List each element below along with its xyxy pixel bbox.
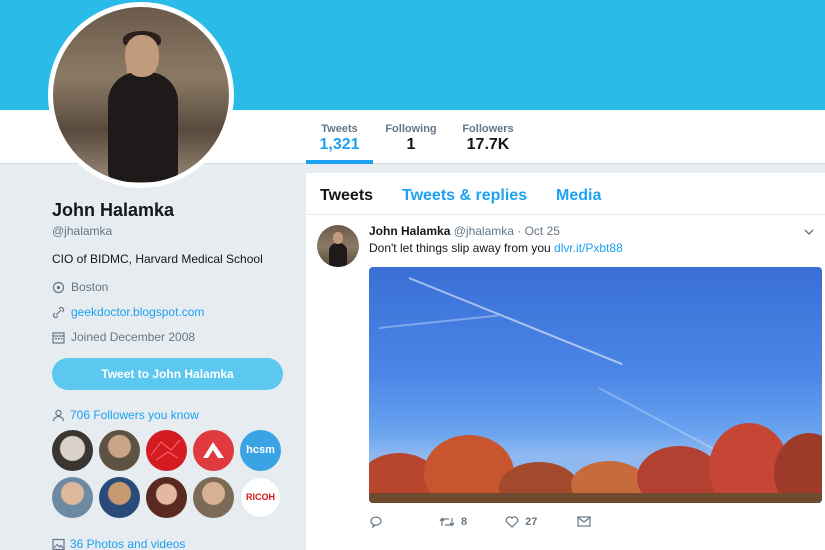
link-icon	[52, 306, 65, 318]
known-follower-avatar[interactable]	[99, 477, 140, 518]
followers-you-know[interactable]: 706 Followers you know	[52, 408, 199, 422]
profile-website: geekdoctor.blogspot.com	[52, 305, 292, 319]
profile-avatar[interactable]	[48, 2, 234, 188]
tab-tweets-and-replies[interactable]: Tweets & replies	[402, 187, 527, 205]
nav-followers-label: Followers	[462, 123, 514, 135]
retweet-button[interactable]: 8	[439, 516, 467, 528]
image-icon	[52, 538, 65, 550]
tweet-link[interactable]: dlvr.it/Pxbt88	[554, 241, 623, 255]
nav-following-count: 1	[406, 136, 416, 153]
timeline-tabs: Tweets Tweets & replies Media	[306, 173, 825, 215]
nav-following-label: Following	[385, 123, 437, 135]
known-follower-avatar[interactable]	[99, 430, 140, 471]
reply-icon	[370, 516, 382, 528]
followers-you-know-text: 706 Followers you know	[70, 408, 199, 422]
reply-button[interactable]	[369, 515, 383, 528]
profile-name[interactable]: John Halamka	[52, 200, 292, 221]
timeline: Tweets Tweets & replies Media John Halam…	[306, 173, 825, 550]
profile-website-link[interactable]: geekdoctor.blogspot.com	[71, 305, 204, 319]
profile-joined: Joined December 2008	[52, 330, 292, 344]
tweet-body: Don't let things slip away from you	[369, 241, 555, 255]
tweet-actions: 8 27	[369, 515, 591, 528]
nav-followers-count: 17.7K	[466, 136, 510, 153]
known-follower-avatar[interactable]	[146, 477, 187, 518]
heart-icon	[505, 515, 519, 528]
photos-and-videos-text: 36 Photos and videos	[70, 537, 186, 550]
profile-card: John Halamka @jhalamka CIO of BIDMC, Har…	[52, 200, 292, 344]
nav-following[interactable]: Following 1	[383, 123, 439, 154]
direct-message-button[interactable]	[577, 516, 591, 527]
calendar-icon	[52, 331, 65, 344]
user-icon	[52, 409, 65, 421]
autumn-trees	[369, 423, 822, 503]
known-follower-avatar[interactable]	[193, 430, 234, 471]
tab-tweets[interactable]: Tweets	[320, 187, 373, 205]
tab-media[interactable]: Media	[556, 187, 601, 205]
like-button[interactable]: 27	[505, 516, 537, 528]
known-follower-avatar[interactable]	[52, 477, 93, 518]
envelope-icon	[577, 516, 591, 527]
tweet-header: John Halamka @jhalamka · Oct 25	[369, 224, 560, 238]
known-follower-avatar[interactable]: RICOH	[240, 477, 281, 518]
profile-location: Boston	[52, 280, 292, 294]
tweet[interactable]: John Halamka @jhalamka · Oct 25 Don't le…	[306, 216, 825, 550]
profile-joined-text: Joined December 2008	[71, 330, 196, 344]
chevron-down-icon[interactable]	[803, 226, 815, 238]
profile-location-text: Boston	[71, 280, 109, 294]
profile-bio: CIO of BIDMC, Harvard Medical School	[52, 252, 263, 266]
photos-and-videos[interactable]: 36 Photos and videos	[52, 537, 185, 550]
profile-photo	[53, 7, 229, 183]
retweet-count: 8	[461, 515, 468, 528]
nav-tweets-count: 1,321	[319, 136, 360, 153]
tweet-photo[interactable]	[369, 267, 822, 503]
tweet-text: Don't let things slip away from you dlvr…	[369, 241, 623, 255]
like-count: 27	[525, 515, 538, 528]
tweet-handle-time: @jhalamka · Oct 25	[453, 224, 560, 238]
nav-tweets[interactable]: Tweets 1,321	[306, 123, 373, 154]
tweet-author-name[interactable]: John Halamka	[369, 224, 450, 238]
known-follower-avatar[interactable]	[193, 477, 234, 518]
nav-followers[interactable]: Followers 17.7K	[459, 123, 517, 154]
nav-tweets-label: Tweets	[321, 123, 358, 135]
known-follower-avatar[interactable]: hcsm	[240, 430, 281, 471]
location-pin-icon	[52, 281, 65, 293]
profile-handle: @jhalamka	[52, 224, 113, 238]
known-follower-avatar[interactable]	[52, 430, 93, 471]
tweet-to-button[interactable]: Tweet to John Halamka	[52, 358, 283, 390]
retweet-icon	[439, 517, 455, 526]
known-follower-avatar[interactable]	[146, 430, 187, 471]
nav-active-indicator	[306, 160, 373, 164]
tweet-author-avatar[interactable]	[317, 225, 359, 267]
